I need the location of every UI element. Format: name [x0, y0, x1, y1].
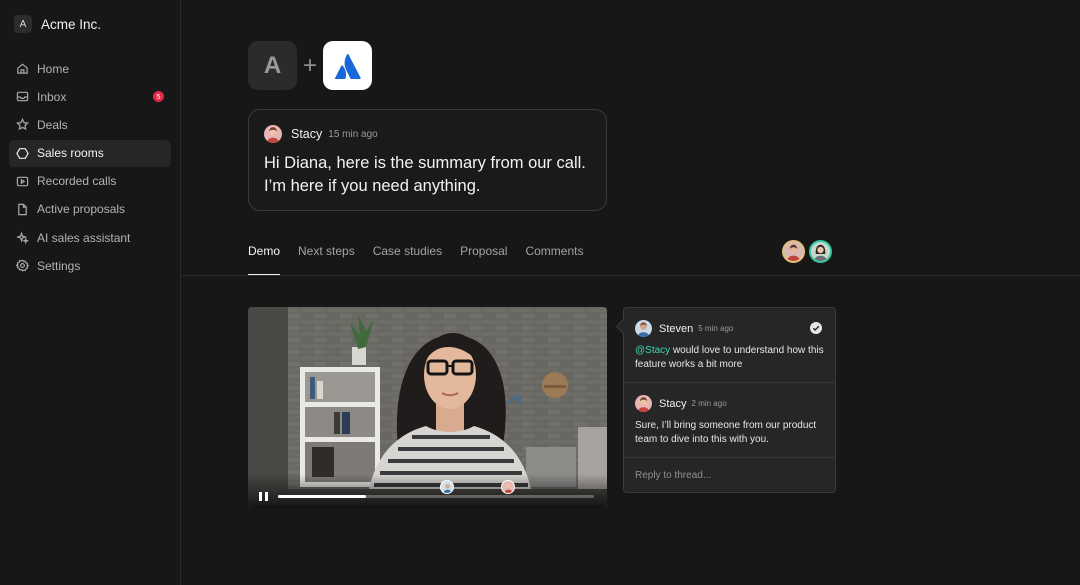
- avatar: [635, 320, 652, 337]
- sidebar-item-label: Inbox: [37, 89, 67, 104]
- tab-comments[interactable]: Comments: [525, 238, 583, 276]
- atlassian-logo-icon: [334, 53, 361, 79]
- video-controls: [248, 474, 607, 508]
- sidebar-item-ai-sales-assistant[interactable]: AI sales assistant: [9, 224, 171, 251]
- message-time: 15 min ago: [328, 128, 378, 140]
- comment: Stacy 2 min ago Sure, I’ll bring someone…: [624, 383, 835, 457]
- sidebar-item-inbox[interactable]: Inbox 5: [9, 83, 171, 110]
- sidebar-item-label: Deals: [37, 117, 68, 132]
- inbox-icon: [16, 90, 29, 103]
- comment-author: Steven: [659, 322, 694, 335]
- comment-divider: [624, 457, 835, 458]
- message-card: Stacy 15 min ago Hi Diana, here is the s…: [248, 109, 607, 211]
- sidebar-item-active-proposals[interactable]: Active proposals: [9, 196, 171, 223]
- sidebar-item-label: Home: [37, 61, 70, 76]
- org-avatar: A: [14, 15, 32, 33]
- sidebar-item-deals[interactable]: Deals: [9, 111, 171, 138]
- sidebar-item-label: Settings: [37, 258, 81, 273]
- progress-fill: [278, 495, 367, 498]
- message-body: Hi Diana, here is the summary from our c…: [264, 154, 586, 195]
- org-name: Acme Inc.: [41, 16, 102, 32]
- comment-thread: Steven 5 min ago @Stacy would love to un…: [623, 307, 836, 493]
- message-header: Stacy 15 min ago: [264, 125, 378, 143]
- plus-icon: +: [302, 52, 317, 79]
- comment-marker-avatar[interactable]: [501, 480, 515, 494]
- comment-header: Stacy 2 min ago: [635, 395, 727, 412]
- sidebar-item-label: Active proposals: [37, 202, 126, 217]
- resolve-button[interactable]: [810, 322, 822, 334]
- pause-icon: [265, 492, 268, 501]
- avatar[interactable]: [782, 240, 805, 263]
- avatar: [635, 395, 652, 412]
- star-icon: [16, 118, 29, 131]
- sidebar-item-home[interactable]: Home: [9, 55, 171, 82]
- tab-demo[interactable]: Demo: [248, 238, 281, 276]
- message-author: Stacy: [291, 127, 323, 141]
- partner-logo: [323, 41, 372, 90]
- comment-marker-avatar[interactable]: [440, 480, 454, 494]
- check-icon: [812, 325, 820, 331]
- video-player[interactable]: [248, 307, 607, 508]
- tab-divider: [181, 275, 1080, 276]
- hexagon-icon: [16, 147, 29, 160]
- sidebar-item-sales-rooms[interactable]: Sales rooms: [9, 139, 171, 167]
- tab-proposal[interactable]: Proposal: [460, 238, 507, 276]
- company-logo: A: [248, 41, 297, 90]
- presence-avatars: [782, 240, 836, 263]
- sidebar-item-settings[interactable]: Settings: [9, 252, 171, 279]
- gear-icon: [16, 259, 29, 272]
- sidebar-item-label: Sales rooms: [37, 146, 104, 161]
- org-switcher[interactable]: A Acme Inc.: [14, 15, 101, 33]
- main-nav: Home Inbox 5 Deals Sales rooms Recorded …: [9, 55, 171, 281]
- comment-time: 2 min ago: [691, 399, 727, 408]
- sparkle-icon: [16, 231, 29, 245]
- tab-next-steps[interactable]: Next steps: [298, 238, 355, 276]
- pause-button[interactable]: [259, 492, 268, 501]
- pause-icon: [259, 492, 262, 501]
- avatar: [264, 125, 282, 143]
- comment-body: @Stacy would love to understand how this…: [635, 344, 827, 372]
- comment-author: Stacy: [659, 397, 687, 410]
- sidebar-item-label: Recorded calls: [37, 174, 117, 189]
- progress-track[interactable]: [278, 495, 594, 498]
- video-icon: [16, 175, 29, 188]
- sidebar-item-label: AI sales assistant: [37, 230, 131, 245]
- sidebar-item-recorded-calls[interactable]: Recorded calls: [9, 168, 171, 195]
- inbox-count-badge: 5: [153, 91, 164, 103]
- comment-time: 5 min ago: [698, 324, 734, 333]
- tab-bar: Demo Next steps Case studies Proposal Co…: [248, 238, 601, 276]
- home-icon: [16, 62, 29, 75]
- reply-input[interactable]: Reply to thread...: [635, 470, 711, 481]
- avatar[interactable]: [809, 240, 832, 263]
- comment-body: Sure, I’ll bring someone from our produc…: [635, 420, 817, 445]
- comment: Steven 5 min ago @Stacy would love to un…: [624, 308, 835, 382]
- comment-header: Steven 5 min ago: [635, 320, 733, 337]
- document-icon: [16, 203, 29, 216]
- sidebar: A Acme Inc. Home Inbox 5 Deals Sales roo…: [0, 0, 181, 585]
- tab-case-studies[interactable]: Case studies: [373, 238, 442, 276]
- user-mention[interactable]: @Stacy: [635, 345, 670, 356]
